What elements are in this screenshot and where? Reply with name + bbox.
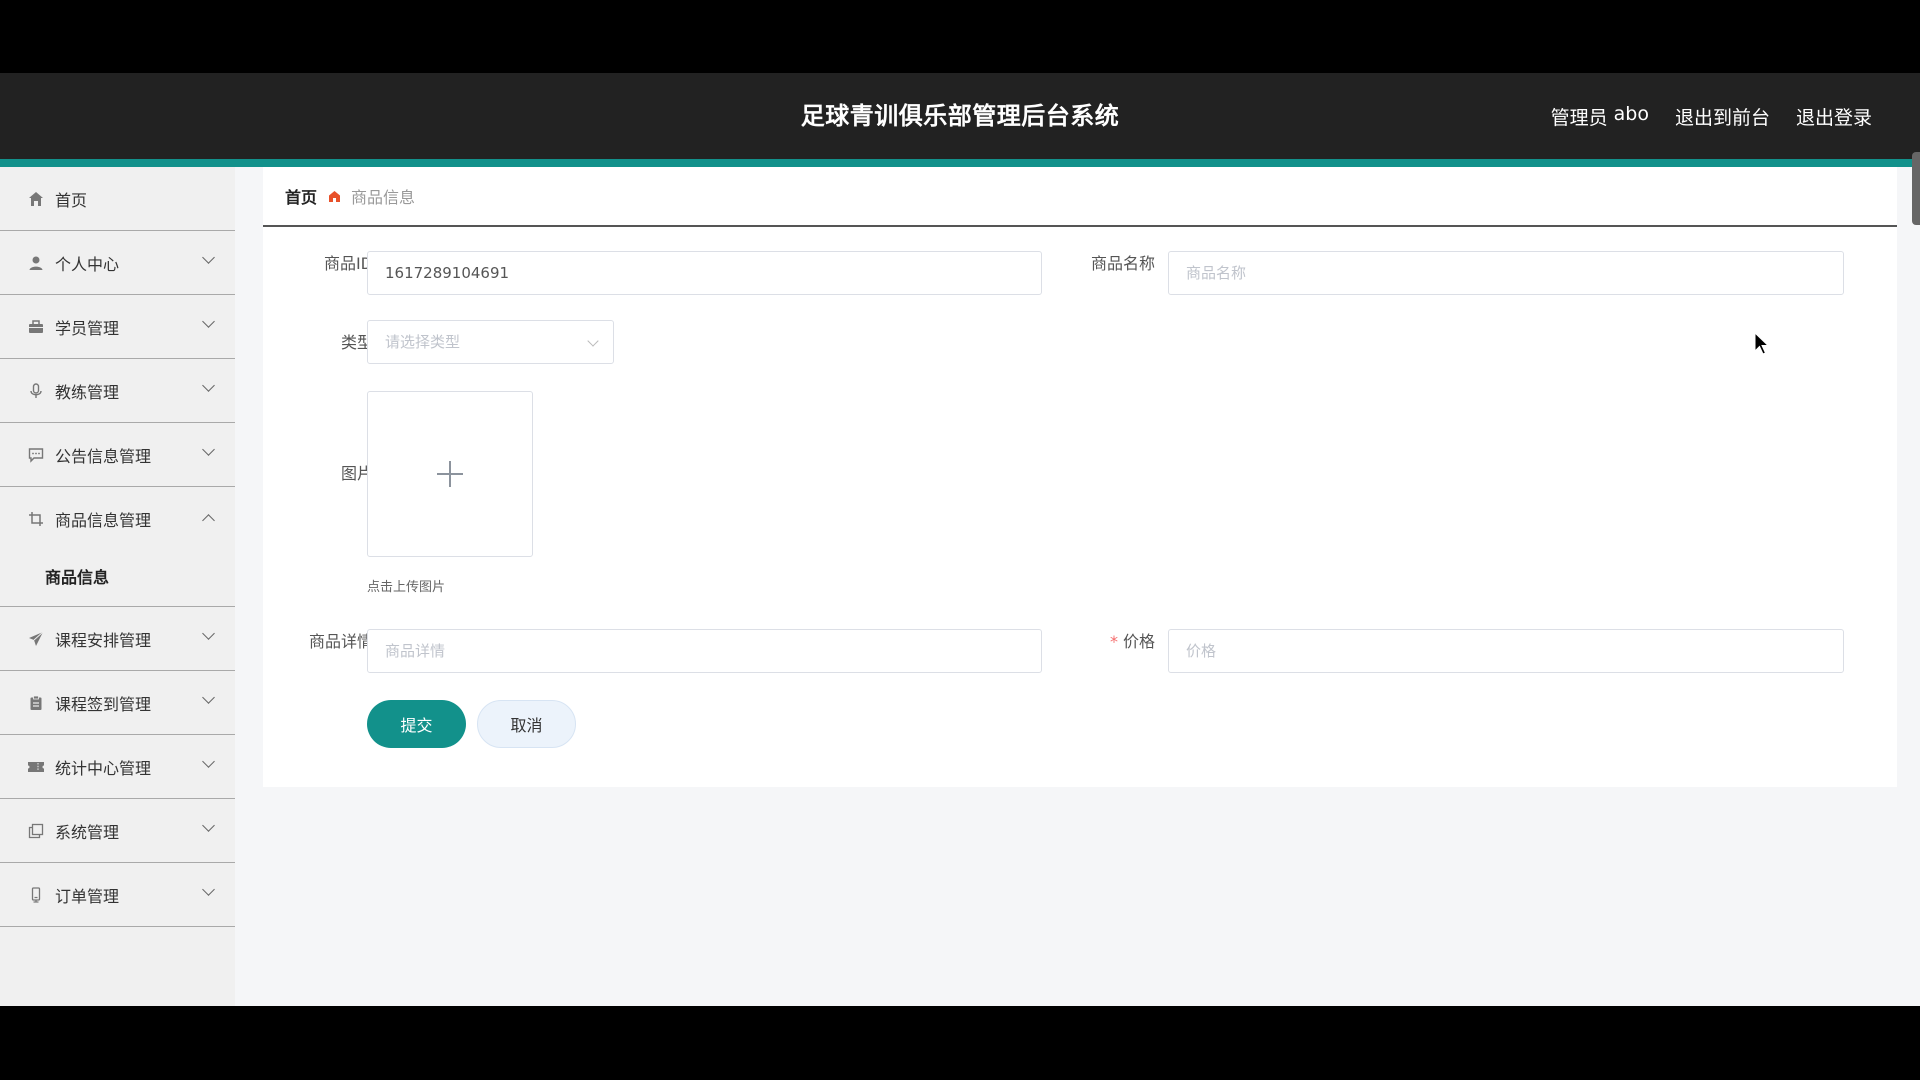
sidebar-item-label: 教练管理 <box>55 382 120 402</box>
breadcrumb: 首页 商品信息 <box>263 167 1897 227</box>
sidebar-item-course-schedule[interactable]: 课程安排管理 <box>0 607 235 671</box>
header-accent-bar <box>0 159 1920 167</box>
sidebar-subitem-product-info[interactable]: 商品信息 <box>0 550 235 607</box>
user-icon <box>27 254 45 272</box>
form-panel: 首页 商品信息 商品ID 1617289104691 商品名称 商品名称 类型 … <box>263 167 1897 787</box>
sidebar-item-label: 系统管理 <box>55 822 120 842</box>
exit-to-front-link[interactable]: 退出到前台 <box>1675 103 1770 130</box>
chevron-down-icon <box>202 251 215 264</box>
crop-icon <box>27 510 45 528</box>
sidebar-item-label: 首页 <box>55 190 88 210</box>
chevron-down-icon <box>202 755 215 768</box>
sidebar-menu: 首页 个人中心 学员管理 教练管理 公告信息管理 商品信息管理 商品信息 课程安… <box>0 167 235 1006</box>
sidebar-item-course-checkin[interactable]: 课程签到管理 <box>0 671 235 735</box>
details-label: 商品详情 <box>308 632 373 651</box>
type-select-placeholder: 请选择类型 <box>385 333 461 351</box>
header-actions: 管理员 abo 退出到前台 退出登录 <box>1551 73 1872 159</box>
type-select[interactable]: 请选择类型 <box>367 320 614 364</box>
briefcase-icon <box>27 318 45 336</box>
cancel-button[interactable]: 取消 <box>477 700 576 748</box>
sidebar-item-home[interactable]: 首页 <box>0 167 235 231</box>
chevron-down-icon <box>202 883 215 896</box>
current-user[interactable]: 管理员 abo <box>1551 103 1649 130</box>
image-label: 图片 <box>340 464 373 483</box>
send-icon <box>27 630 45 648</box>
sidebar-item-label: 公告信息管理 <box>55 446 152 466</box>
breadcrumb-current: 商品信息 <box>351 188 416 207</box>
sidebar-item-label: 订单管理 <box>55 886 120 906</box>
chevron-down-icon <box>202 315 215 328</box>
sidebar-item-label: 学员管理 <box>55 318 120 338</box>
price-label-text: 价格 <box>1122 632 1155 651</box>
sidebar-item-label: 商品信息管理 <box>55 510 152 530</box>
chevron-down-icon <box>202 379 215 392</box>
breadcrumb-home-link[interactable]: 首页 <box>285 184 317 208</box>
sidebar-item-system[interactable]: 系统管理 <box>0 799 235 863</box>
sidebar-item-coach[interactable]: 教练管理 <box>0 359 235 423</box>
chevron-down-icon <box>202 627 215 640</box>
main-content: 首页 商品信息 商品ID 1617289104691 商品名称 商品名称 类型 … <box>235 167 1920 1006</box>
chevron-down-icon <box>202 691 215 704</box>
chevron-down-icon <box>202 443 215 456</box>
sidebar-item-product[interactable]: 商品信息管理 <box>0 487 235 550</box>
sidebar-item-label: 课程安排管理 <box>55 630 152 650</box>
sidebar-item-order[interactable]: 订单管理 <box>0 863 235 927</box>
microphone-icon <box>27 382 45 400</box>
copy-icon <box>27 822 45 840</box>
product-name-input[interactable]: 商品名称 <box>1168 251 1844 295</box>
chevron-up-icon <box>202 514 215 527</box>
home-pentagon-icon <box>327 189 341 203</box>
product-name-label: 商品名称 <box>1090 254 1155 273</box>
chevron-down-icon <box>202 819 215 832</box>
price-label: * 价格 <box>935 620 1155 664</box>
user-role: 管理员 <box>1550 106 1608 129</box>
scrollbar-thumb[interactable] <box>1912 152 1920 225</box>
plus-icon <box>437 461 463 487</box>
sidebar-item-label: 课程签到管理 <box>55 694 152 714</box>
required-mark: * <box>1109 632 1118 651</box>
top-header: 足球青训俱乐部管理后台系统 管理员 abo 退出到前台 退出登录 <box>0 73 1920 159</box>
sidebar-item-label: 统计中心管理 <box>55 758 152 778</box>
mouse-cursor-icon <box>1754 332 1770 355</box>
product-id-label: 商品ID <box>323 254 373 273</box>
image-upload-box[interactable] <box>367 391 533 557</box>
phone-icon <box>27 886 45 904</box>
ticket-icon <box>27 758 45 776</box>
sidebar-item-label: 个人中心 <box>55 254 120 274</box>
logout-link[interactable]: 退出登录 <box>1796 103 1872 130</box>
price-input[interactable]: 价格 <box>1168 629 1844 673</box>
upload-hint: 点击上传图片 <box>367 580 446 595</box>
sidebar-item-student[interactable]: 学员管理 <box>0 295 235 359</box>
sidebar-item-announcement[interactable]: 公告信息管理 <box>0 423 235 487</box>
clipboard-icon <box>27 694 45 712</box>
sidebar-item-statistics[interactable]: 统计中心管理 <box>0 735 235 799</box>
chevron-down-icon <box>587 335 599 347</box>
user-name: abo <box>1613 102 1649 125</box>
chat-icon <box>27 446 45 464</box>
submit-button[interactable]: 提交 <box>367 700 466 748</box>
home-icon <box>27 190 45 208</box>
sidebar-item-personal-center[interactable]: 个人中心 <box>0 231 235 295</box>
type-label: 类型 <box>340 333 373 352</box>
